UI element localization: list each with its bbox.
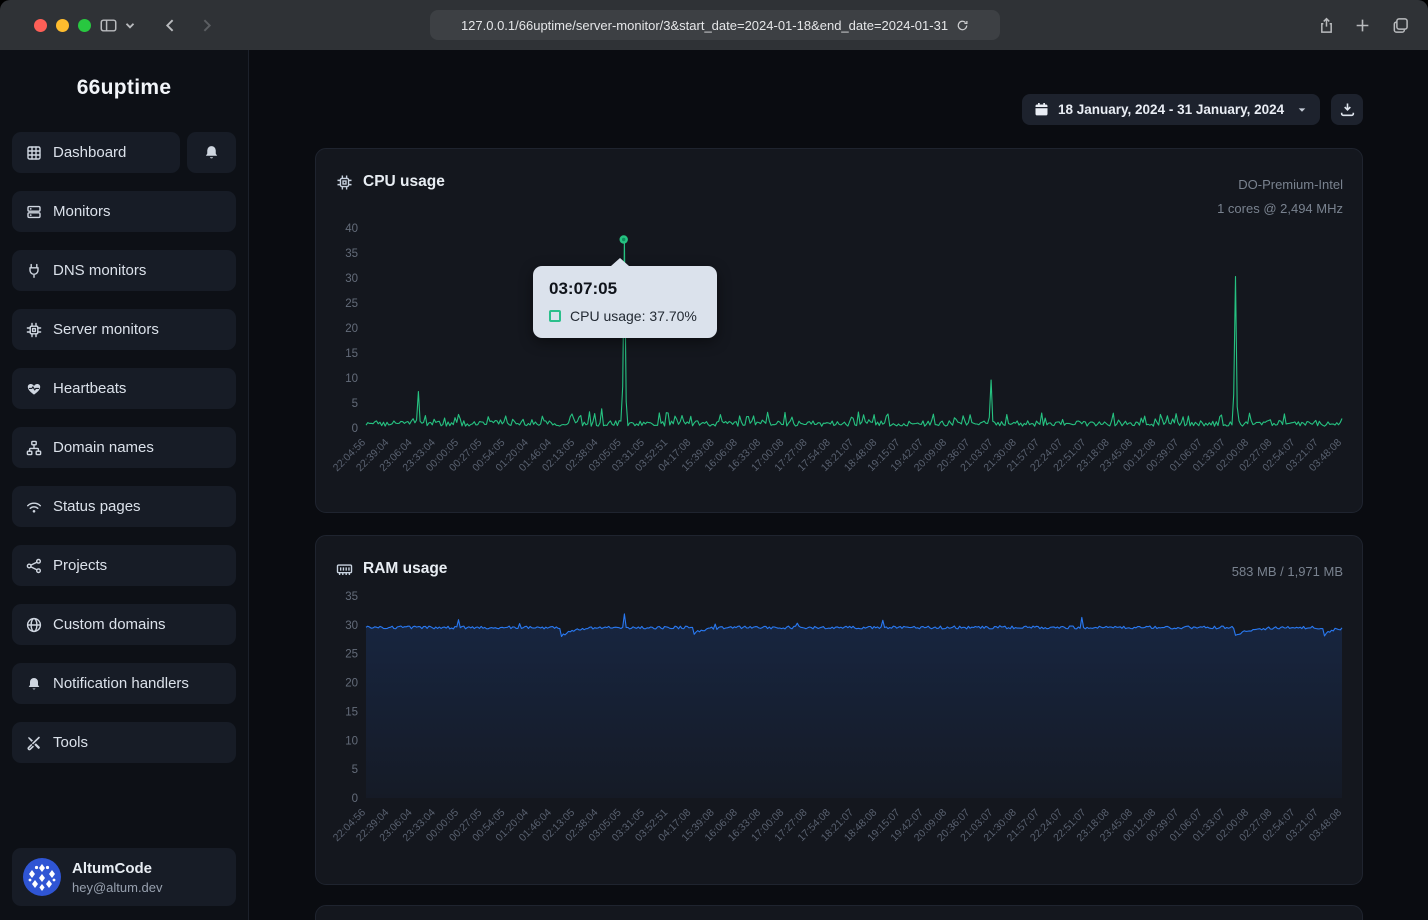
bell-icon <box>26 676 42 692</box>
ram-usage-card: RAM usage 583 MB / 1,971 MB 35 30 25 20 15 10… <box>315 535 1363 885</box>
sidebar-item-projects[interactable]: Projects <box>12 545 236 586</box>
sidebar-menu: Dashboard Monitors DNS monitors Server moni… <box>12 132 236 763</box>
sidebar-item-status-pages[interactable]: Status pages <box>12 486 236 527</box>
app-logo: 66uptime <box>0 50 248 100</box>
sidebar-item-label: Status pages <box>53 498 141 515</box>
ram-icon <box>336 561 353 578</box>
cpu-usage-card: CPU usage DO-Premium-Intel 1 cores @ 2,4… <box>315 148 1363 513</box>
sidebar-item-heartbeats[interactable]: Heartbeats <box>12 368 236 409</box>
sidebar-item-monitors[interactable]: Monitors <box>12 191 236 232</box>
svg-text:20: 20 <box>345 678 358 690</box>
browser-chrome: 127.0.0.1/66uptime/server-monitor/3&star… <box>0 0 1428 50</box>
tooltip-time: 03:07:05 <box>549 279 701 299</box>
sitemap-icon <box>26 440 42 456</box>
reload-icon[interactable] <box>956 19 969 32</box>
svg-text:35: 35 <box>345 248 358 260</box>
server-icon <box>26 204 42 220</box>
main-content: 18 January, 2024 - 31 January, 2024 CPU … <box>249 50 1428 920</box>
sidebar-item-dashboard[interactable]: Dashboard <box>12 132 180 173</box>
zoom-window-button[interactable] <box>78 19 91 32</box>
heartbeat-icon <box>26 381 42 397</box>
chevron-down-icon[interactable] <box>122 13 138 37</box>
svg-text:5: 5 <box>352 398 358 410</box>
avatar <box>23 858 61 896</box>
close-window-button[interactable] <box>34 19 47 32</box>
svg-text:5: 5 <box>352 764 358 776</box>
user-name: AltumCode <box>72 859 163 879</box>
sidebar: 66uptime Dashboard Monitors DNS monitors Se… <box>0 50 249 920</box>
notifications-bell-button[interactable] <box>187 132 236 173</box>
svg-text:15: 15 <box>345 706 358 718</box>
grid-icon <box>26 145 42 161</box>
svg-text:30: 30 <box>345 620 358 632</box>
user-card[interactable]: AltumCode hey@altum.dev <box>12 848 236 906</box>
sidebar-item-label: Tools <box>53 734 88 751</box>
sidebar-item-label: Heartbeats <box>53 380 126 397</box>
server-plan-label: DO-Premium-Intel <box>1217 173 1343 197</box>
chip-icon <box>26 322 42 338</box>
minimize-window-button[interactable] <box>56 19 69 32</box>
forward-button[interactable] <box>194 13 218 37</box>
sidebar-item-label: Monitors <box>53 203 111 220</box>
new-tab-button[interactable] <box>1350 13 1374 37</box>
sidebar-item-domain-names[interactable]: Domain names <box>12 427 236 468</box>
sidebar-item-dns-monitors[interactable]: DNS monitors <box>12 250 236 291</box>
sidebar-item-notification-handlers[interactable]: Notification handlers <box>12 663 236 704</box>
ram-card-title: RAM usage <box>363 560 447 578</box>
url-field[interactable]: 127.0.0.1/66uptime/server-monitor/3&star… <box>430 10 1000 40</box>
chart-tooltip: 03:07:05 CPU usage: 37.70% <box>533 266 717 338</box>
svg-text:25: 25 <box>345 298 358 310</box>
globe-icon <box>26 617 42 633</box>
sidebar-item-label: Notification handlers <box>53 675 189 692</box>
svg-text:25: 25 <box>345 649 358 661</box>
sidebar-item-label: Projects <box>53 557 107 574</box>
download-report-button[interactable] <box>1331 94 1363 125</box>
svg-text:10: 10 <box>345 373 358 385</box>
ram-chart[interactable]: 3530252015105022:04:5622:39:0423:06:0423… <box>330 586 1350 883</box>
user-email: hey@altum.dev <box>72 880 163 895</box>
wifi-icon <box>26 499 42 515</box>
svg-text:15: 15 <box>345 348 358 360</box>
tooltip-value: CPU usage: 37.70% <box>570 308 697 324</box>
ram-usage-value: 583 MB / 1,971 MB <box>1232 560 1343 584</box>
plug-icon <box>26 263 42 279</box>
sidebar-item-label: DNS monitors <box>53 262 146 279</box>
caret-down-icon <box>1296 104 1308 116</box>
sidebar-item-label: Dashboard <box>53 144 126 161</box>
date-range-label: 18 January, 2024 - 31 January, 2024 <box>1058 102 1284 117</box>
share-icon[interactable] <box>1314 13 1338 37</box>
svg-text:0: 0 <box>352 793 358 805</box>
cpu-chart[interactable]: 403530252015105022:04:5622:39:0423:06:04… <box>330 207 1350 512</box>
sidebar-item-label: Custom domains <box>53 616 166 633</box>
sidebar-item-tools[interactable]: Tools <box>12 722 236 763</box>
sidebar-item-label: Server monitors <box>53 321 159 338</box>
browser-window: 127.0.0.1/66uptime/server-monitor/3&star… <box>0 0 1428 920</box>
cpu-chip-icon <box>336 174 353 191</box>
svg-text:0: 0 <box>352 423 358 435</box>
date-range-picker[interactable]: 18 January, 2024 - 31 January, 2024 <box>1022 94 1320 125</box>
sidebar-item-server-monitors[interactable]: Server monitors <box>12 309 236 350</box>
sidebar-toggle-icon[interactable] <box>96 13 120 37</box>
tools-icon <box>26 735 42 751</box>
svg-text:20: 20 <box>345 323 358 335</box>
calendar-icon <box>1034 102 1049 117</box>
svg-text:30: 30 <box>345 273 358 285</box>
svg-text:40: 40 <box>345 223 358 235</box>
sidebar-item-custom-domains[interactable]: Custom domains <box>12 604 236 645</box>
sidebar-item-label: Domain names <box>53 439 154 456</box>
cpu-card-title: CPU usage <box>363 173 445 191</box>
tab-overview-button[interactable] <box>1388 13 1412 37</box>
share-nodes-icon <box>26 558 42 574</box>
url-text: 127.0.0.1/66uptime/server-monitor/3&star… <box>461 18 948 33</box>
back-button[interactable] <box>158 13 182 37</box>
next-card-partial <box>315 905 1363 920</box>
svg-text:35: 35 <box>345 591 358 603</box>
series-swatch <box>549 310 561 322</box>
traffic-lights <box>34 19 91 32</box>
svg-text:10: 10 <box>345 735 358 747</box>
download-icon <box>1340 102 1355 117</box>
